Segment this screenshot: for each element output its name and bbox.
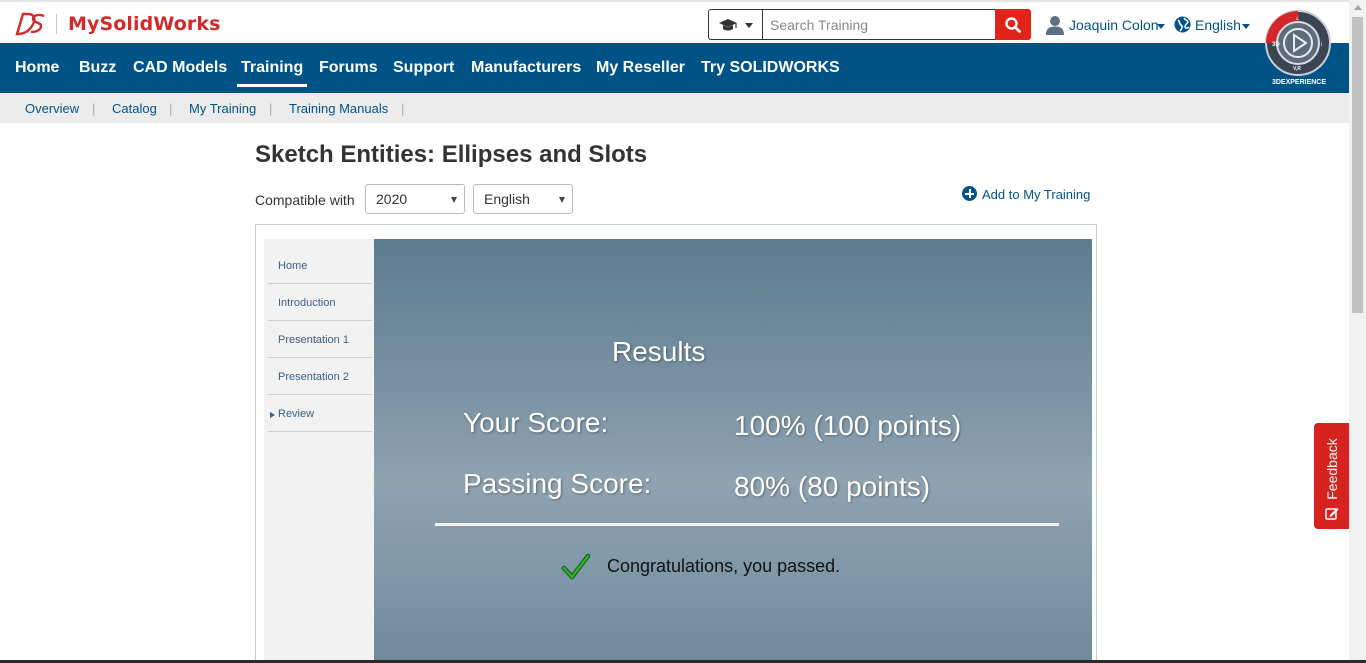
feedback-label: Feedback [1324, 438, 1340, 500]
dropdown-arrow-icon [451, 197, 457, 203]
chevron-down-icon [745, 23, 753, 28]
compatible-with-label: Compatible with [255, 192, 355, 208]
toc-item-presentation-2[interactable]: Presentation 2 [268, 358, 372, 395]
results-divider [435, 523, 1059, 526]
your-score-value: 100% (100 points) [734, 410, 962, 441]
search-button[interactable] [995, 9, 1031, 40]
course-table-of-contents: Home Introduction Presentation 1 Present… [264, 239, 374, 663]
nav-item-buzz[interactable]: Buzz [79, 59, 116, 77]
nav-item-my-reseller[interactable]: My Reseller [596, 59, 685, 77]
3dexperience-compass-icon[interactable]: 3D V,R i ¿ [1262, 10, 1338, 90]
passing-score-label: Passing Score: [463, 468, 652, 499]
svg-text:i: i [1321, 42, 1322, 48]
subnav-separator: | [169, 101, 173, 116]
checkmark-icon [561, 553, 591, 580]
language-select[interactable]: English [473, 184, 573, 214]
nav-item-training[interactable]: Training [236, 59, 308, 87]
subnav-separator: | [92, 101, 96, 116]
nav-item-support[interactable]: Support [393, 59, 454, 77]
add-to-my-training-label: Add to My Training [982, 187, 1091, 202]
chevron-down-icon [1157, 24, 1165, 29]
toc-item-introduction[interactable]: Introduction [268, 284, 372, 321]
nav-item-try-solidworks[interactable]: Try SOLIDWORKS [701, 59, 840, 77]
dropdown-arrow-icon [559, 197, 565, 203]
course-player: Home Introduction Presentation 1 Present… [255, 224, 1097, 663]
page-title: Sketch Entities: Ellipses and Slots [255, 141, 648, 168]
language-select-value: English [484, 191, 530, 207]
search-icon [1005, 17, 1021, 33]
page-scrollbar[interactable] [1349, 0, 1366, 663]
subnav-item-catalog[interactable]: Catalog [112, 101, 157, 116]
nav-item-forums[interactable]: Forums [319, 59, 378, 77]
toc-item-presentation-1[interactable]: Presentation 1 [268, 321, 372, 358]
passing-score-value: 80% (80 points) [734, 471, 931, 502]
toc-item-review-label: Review [278, 408, 315, 420]
pass-message: Congratulations, you passed. [607, 556, 841, 576]
globe-icon [1174, 16, 1191, 33]
nav-item-home[interactable]: Home [15, 59, 59, 77]
subnav-item-overview[interactable]: Overview [25, 101, 79, 116]
user-name: Joaquin Colon [1069, 17, 1159, 33]
plus-circle-icon [962, 186, 977, 201]
sub-navigation: Overview | Catalog | My Training | Train… [0, 93, 1349, 123]
results-title: Results [612, 336, 706, 367]
current-item-arrow-icon [270, 412, 275, 418]
search-bar [708, 9, 1031, 40]
scroll-up-arrow-icon[interactable] [1354, 5, 1362, 10]
graduation-cap-icon [719, 19, 737, 31]
toc-item-home[interactable]: Home [268, 247, 372, 284]
your-score-label: Your Score: [463, 407, 609, 438]
toc-item-review[interactable]: Review [268, 395, 372, 432]
subnav-separator: | [269, 101, 273, 116]
ds-logo-icon[interactable] [14, 10, 48, 38]
feedback-tab[interactable]: Feedback [1314, 423, 1349, 529]
top-header: MySolidWorks Search Training Joaquin Col… [0, 0, 1349, 43]
search-scope-dropdown[interactable] [708, 9, 762, 40]
version-select-value: 2020 [376, 191, 408, 207]
subnav-item-my-training[interactable]: My Training [189, 101, 256, 116]
subnav-item-training-manuals[interactable]: Training Manuals [289, 101, 388, 116]
language-label: English [1195, 17, 1241, 33]
results-slide: Results Your Score: 100% (100 points) Pa… [374, 239, 1092, 663]
edit-icon [1325, 508, 1339, 520]
logo-separator [56, 14, 57, 34]
subnav-separator: | [401, 101, 405, 116]
compass-label: 3DEXPERIENCE [1271, 79, 1327, 86]
page: MySolidWorks Search Training Joaquin Col… [0, 0, 1366, 663]
user-icon [1046, 16, 1064, 35]
version-select[interactable]: 2020 [365, 184, 465, 214]
main-navigation: Home Buzz CAD Models Training Forums Sup… [0, 43, 1349, 93]
brand-name[interactable]: MySolidWorks [68, 13, 221, 35]
chevron-down-icon [1242, 24, 1250, 29]
svg-text:¿: ¿ [1296, 15, 1300, 21]
svg-text:3D: 3D [1272, 42, 1280, 48]
svg-text:V,R: V,R [1293, 66, 1301, 72]
nav-item-manufacturers[interactable]: Manufacturers [471, 59, 581, 77]
scrollbar-thumb[interactable] [1352, 17, 1363, 313]
search-input[interactable] [762, 9, 995, 40]
nav-item-cad-models[interactable]: CAD Models [133, 59, 227, 77]
